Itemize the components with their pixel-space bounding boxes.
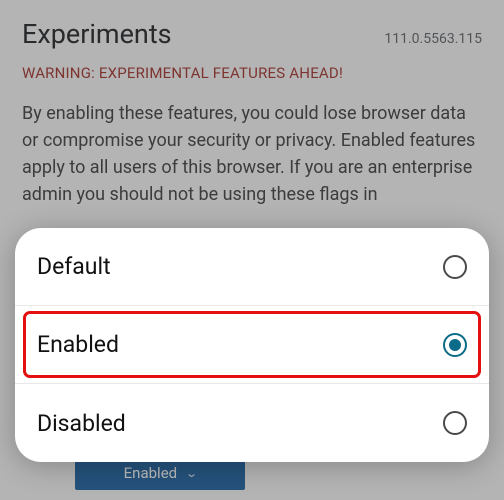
radio-icon: [443, 411, 467, 435]
radio-selected-icon: [443, 333, 467, 357]
option-label: Default: [37, 253, 111, 280]
option-sheet: Default Enabled Disabled: [15, 228, 489, 462]
option-default[interactable]: Default: [15, 228, 489, 306]
option-disabled[interactable]: Disabled: [15, 384, 489, 462]
radio-icon: [443, 255, 467, 279]
option-label: Enabled: [37, 331, 119, 358]
option-enabled[interactable]: Enabled: [15, 306, 489, 384]
option-label: Disabled: [37, 410, 126, 437]
